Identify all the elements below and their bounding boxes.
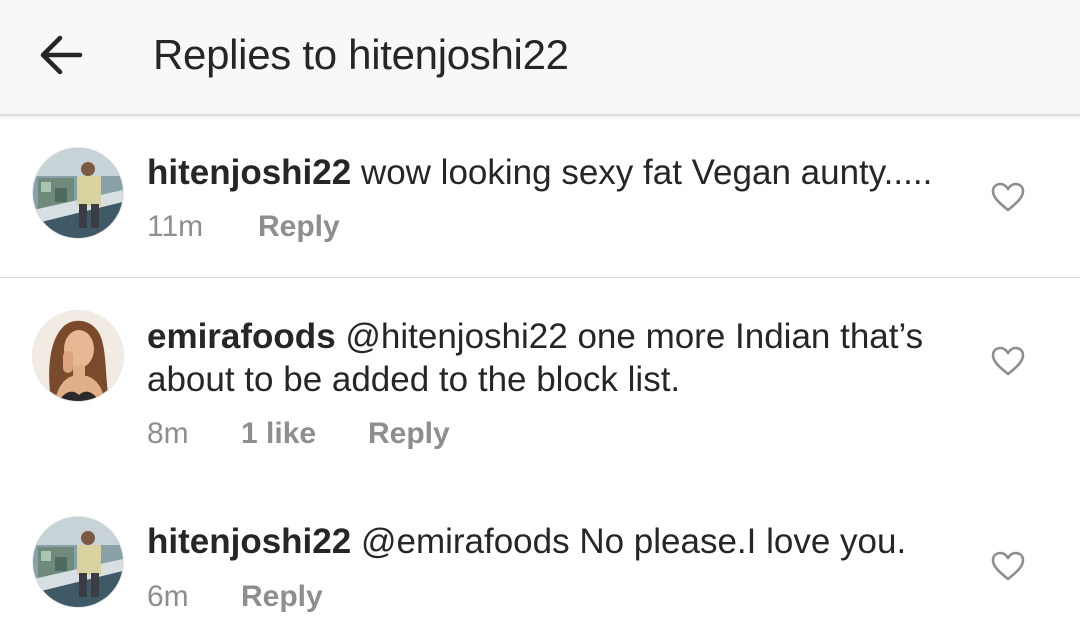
heart-outline-icon — [991, 182, 1025, 212]
reply-button[interactable]: Reply — [258, 207, 340, 247]
comment-body: hitenjoshi22 wow looking sexy fat Vegan … — [147, 151, 967, 194]
avatar[interactable] — [32, 147, 124, 239]
like-button[interactable] — [990, 345, 1026, 377]
likes-count[interactable]: 1 like — [241, 414, 316, 454]
avatar[interactable] — [32, 516, 124, 608]
page-title: Replies to hitenjoshi22 — [153, 31, 569, 78]
comment-text: @emirafoods No please.I love you. — [351, 522, 907, 561]
app-header: Replies to hitenjoshi22 — [0, 0, 1080, 116]
heart-outline-icon — [991, 346, 1025, 376]
like-button[interactable] — [990, 181, 1026, 213]
comment-username[interactable]: hitenjoshi22 — [147, 522, 351, 561]
divider — [0, 277, 1080, 278]
comment-text: wow looking sexy fat Vegan aunty..... — [351, 153, 933, 192]
comment-body: hitenjoshi22 @emirafoods No please.I lov… — [147, 520, 967, 563]
arrow-left-icon — [40, 35, 83, 75]
back-button[interactable] — [36, 30, 88, 82]
heart-outline-icon — [991, 551, 1025, 581]
comment-timestamp: 6m — [147, 580, 189, 613]
comment-username[interactable]: emirafoods — [147, 317, 336, 356]
reply-button[interactable]: Reply — [241, 577, 323, 617]
comment-body: emirafoods @hitenjoshi22 one more Indian… — [147, 315, 967, 401]
comment-timestamp: 11m — [147, 210, 204, 243]
comment-username[interactable]: hitenjoshi22 — [147, 153, 351, 192]
reply-button[interactable]: Reply — [368, 414, 450, 454]
avatar[interactable] — [32, 310, 124, 402]
comment-timestamp: 8m — [147, 417, 189, 450]
like-button[interactable] — [990, 550, 1026, 582]
